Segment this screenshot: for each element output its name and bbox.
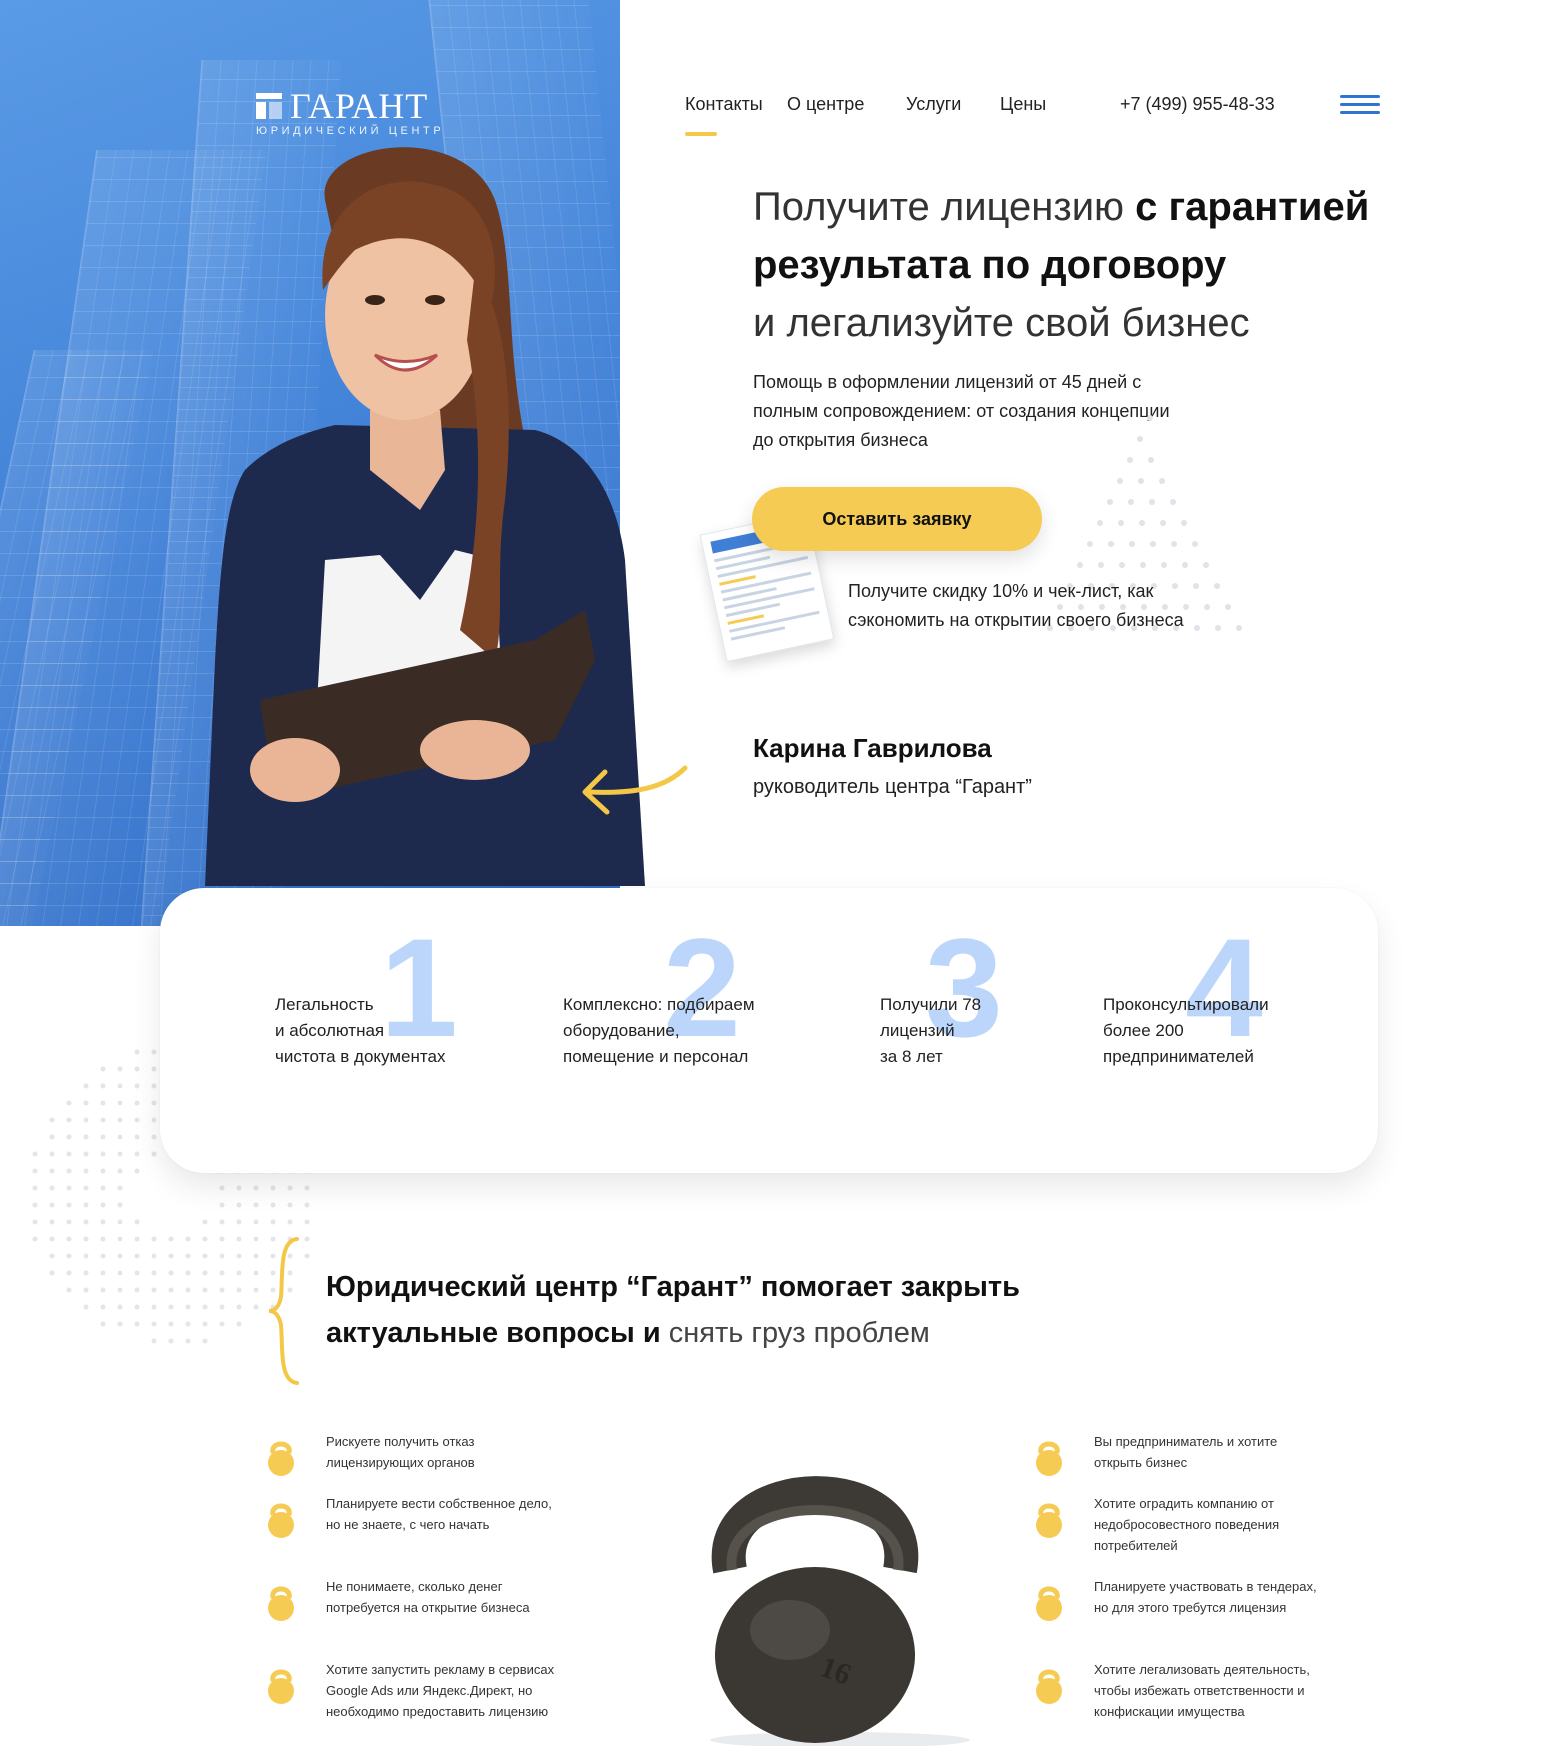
stat-text: Комплексно: подбираем оборудование, помеще… — [563, 995, 755, 1066]
section-title-line1: Юридический центр “Гарант” помогает закр… — [326, 1271, 1020, 1303]
nav-item-about[interactable]: О центре — [787, 94, 864, 115]
hero-headline: Получите лицензию с гарантией результата… — [753, 178, 1373, 352]
kettlebell-image: 16 — [710, 1476, 970, 1746]
kettlebell-icon — [268, 1503, 294, 1538]
section-title-line2: актуальные вопросы и — [326, 1317, 669, 1349]
kettlebell-icon — [1036, 1586, 1062, 1621]
menu-burger-icon[interactable] — [1340, 95, 1380, 115]
kettlebell-icon — [268, 1669, 294, 1704]
submit-request-button[interactable]: Оставить заявку — [752, 487, 1042, 551]
stat-text: Получили 78 лицензий за 8 лет — [880, 995, 982, 1066]
stat-text: Проконсультировали более 200 предпринимате… — [1103, 995, 1269, 1066]
headline-part1: Получите лицензию — [753, 185, 1136, 229]
phone-link[interactable]: +7 (499) 955-48-33 — [1120, 94, 1275, 115]
nav-item-services[interactable]: Услуги — [906, 94, 961, 115]
section-title-thin: снять груз проблем — [668, 1317, 930, 1349]
arrow-icon — [582, 765, 688, 815]
nav-item-prices[interactable]: Цены — [1000, 94, 1046, 115]
stats-card: 1 Легальность и абсолютная чистота в докум… — [160, 888, 1378, 1173]
list-item-text: Хотите оградить компанию от недобросовес… — [1094, 1496, 1280, 1553]
list-item-text: Хотите запустить рекламу в сервисах Goog… — [326, 1662, 555, 1719]
logo-subtitle: ЮРИДИЧЕСКИЙ ЦЕНТР — [256, 125, 445, 137]
list-item-text: Хотите легализовать деятельность, чтобы … — [1094, 1662, 1310, 1719]
section-title: Юридический центр “Гарант” помогает закр… — [326, 1264, 1226, 1356]
nav-item-contacts[interactable]: Контакты — [685, 94, 763, 115]
discount-text: Получите скидку 10% и чек-лист, как сэко… — [848, 581, 1184, 630]
brace-icon — [268, 1237, 299, 1385]
kettlebell-icon — [268, 1441, 294, 1476]
list-item-text: Не понимаете, сколько денег потребуется … — [326, 1579, 530, 1615]
kettlebell-icon — [1036, 1503, 1062, 1538]
list-item-text: Планируете вести собственное дело, но не… — [326, 1496, 552, 1532]
logo-mark-icon — [256, 93, 282, 119]
person-role: руководитель центра “Гарант” — [753, 776, 1032, 798]
list-item-text: Планируете участвовать в тендерах, но дл… — [1094, 1579, 1317, 1615]
kettlebell-icon — [1036, 1669, 1062, 1704]
list-item-text: Рискуете получить отказ лицензирующих ор… — [326, 1434, 475, 1470]
headline-part2: и легализуйте свой бизнес — [753, 301, 1250, 345]
nav-active-indicator — [685, 132, 717, 136]
kettlebell-icon — [1036, 1441, 1062, 1476]
kettlebell-icon — [268, 1586, 294, 1621]
logo-text: ГАРАНТ — [290, 86, 429, 126]
stat-text: Легальность и абсолютная чистота в докумен… — [275, 995, 446, 1066]
person-name: Карина Гаврилова — [753, 733, 992, 763]
list-item-text: Вы предприниматель и хотите открыть бизн… — [1094, 1434, 1278, 1470]
